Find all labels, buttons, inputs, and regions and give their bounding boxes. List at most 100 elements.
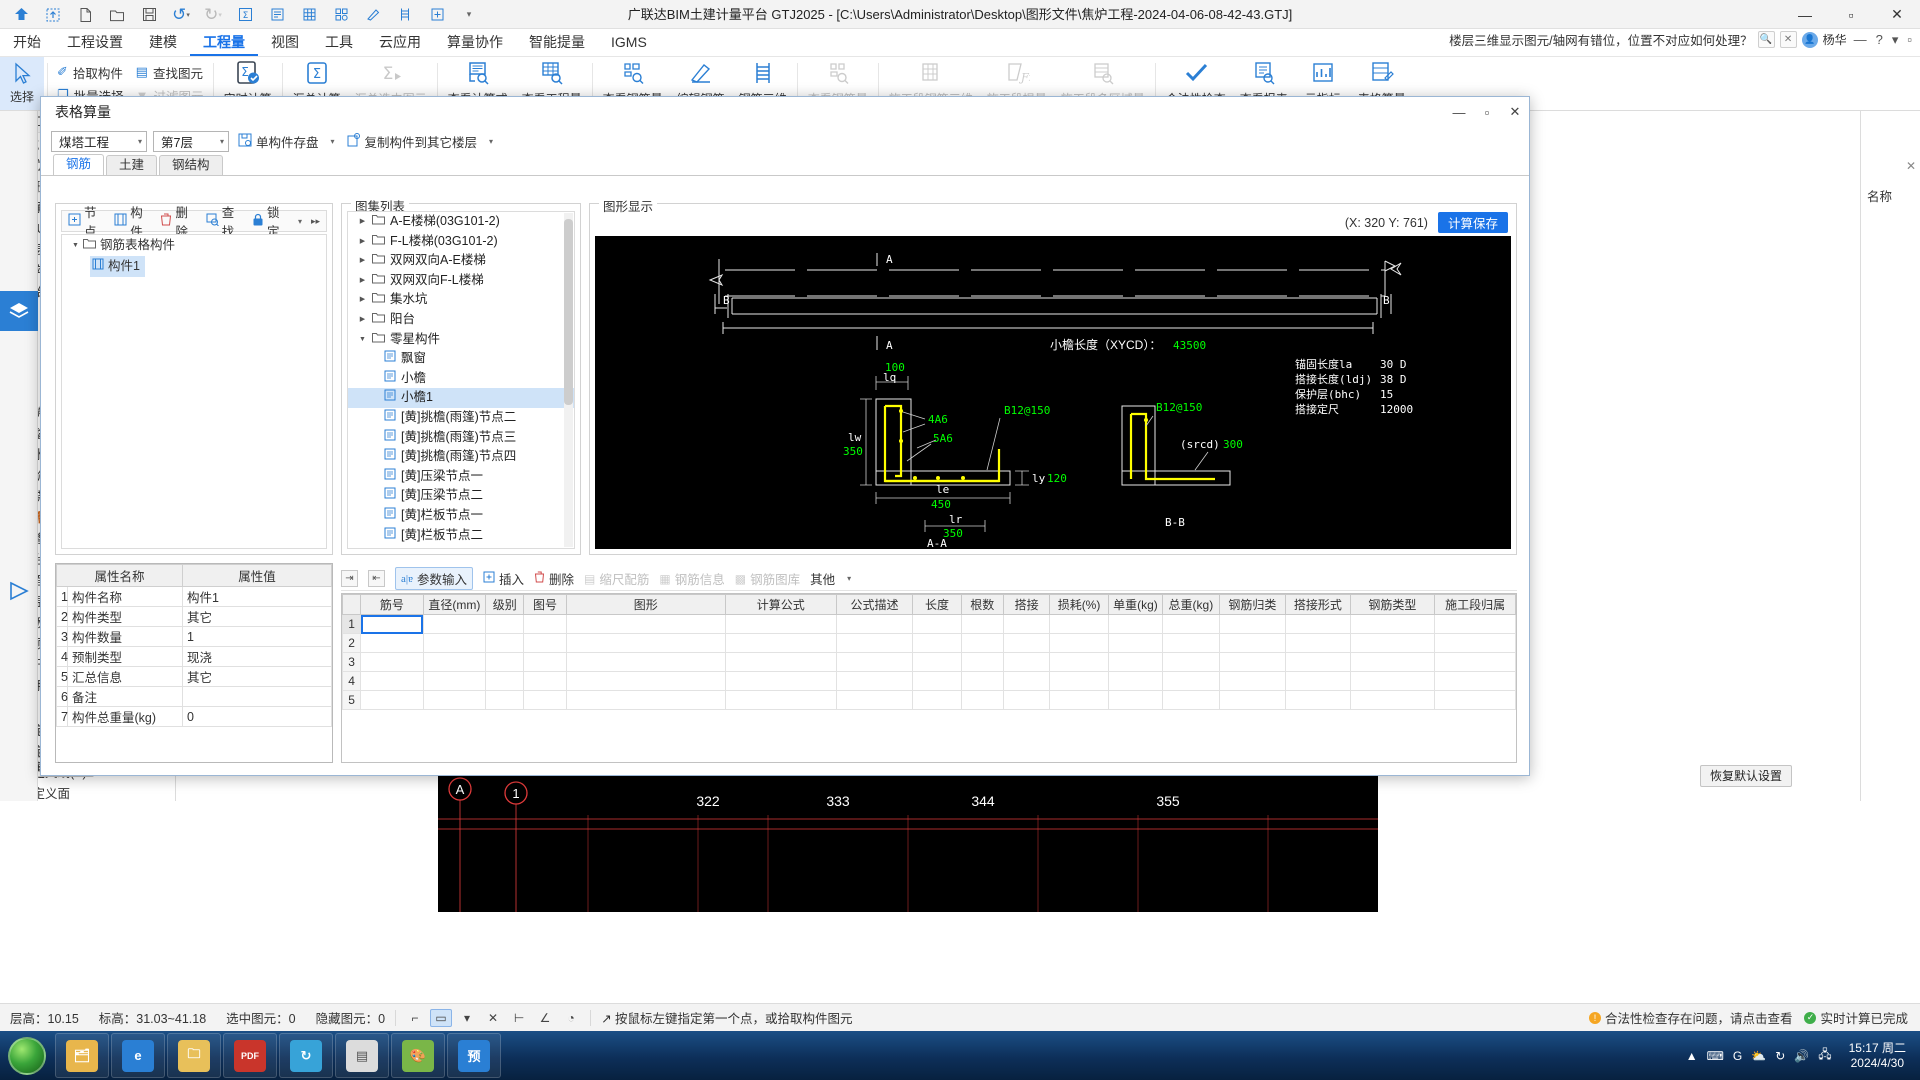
grid-cell[interactable]: [360, 633, 424, 653]
grid-cell[interactable]: [1434, 690, 1516, 710]
table-row[interactable]: 4: [342, 671, 1516, 691]
grid-cell[interactable]: [422, 614, 487, 634]
copy-component-button[interactable]: 复制构件到其它楼层 ▾: [344, 132, 497, 151]
gtj-tile[interactable]: 预: [447, 1033, 501, 1078]
tray-show-hidden-icon[interactable]: ▲: [1686, 1049, 1698, 1063]
grid-cell[interactable]: [360, 690, 424, 710]
floor-select[interactable]: 第7层 ▾: [153, 130, 229, 152]
grid-cell[interactable]: [1107, 671, 1164, 691]
chevron-down-icon[interactable]: ▾: [1890, 32, 1901, 48]
tray-g-icon[interactable]: G: [1733, 1049, 1742, 1063]
tab-rebar[interactable]: 钢筋: [53, 154, 105, 175]
doc-tile[interactable]: ▤: [335, 1033, 389, 1078]
table-row[interactable]: 2: [342, 633, 1516, 653]
atlas-item-eave-node-4[interactable]: [黄]挑檐(雨篷)节点四: [348, 447, 574, 467]
tab-civil[interactable]: 土建: [106, 155, 158, 175]
save-component-button[interactable]: 单构件存盘 ▾: [235, 132, 338, 151]
notice-text[interactable]: 楼层三维显示图元/轴网有错位，位置不对应如何处理？: [1449, 30, 1752, 49]
table-row[interactable]: 4 预制类型 现浇: [56, 646, 332, 667]
snap-icon[interactable]: ▭: [430, 1008, 453, 1027]
grid-cell[interactable]: [360, 614, 424, 634]
menu-item-start[interactable]: 开始: [0, 29, 54, 56]
ladder-icon[interactable]: [390, 2, 420, 27]
delete-row-button[interactable]: ⇤: [368, 570, 385, 587]
grid-cell[interactable]: [1285, 671, 1351, 691]
atlas-item-eave-node-2[interactable]: [黄]挑檐(雨篷)节点二: [348, 408, 574, 428]
table-row[interactable]: 3: [342, 652, 1516, 672]
atlas-item-balcony[interactable]: ▶ 阳台: [348, 310, 574, 330]
grid-cell[interactable]: [1162, 690, 1220, 710]
grid-cell[interactable]: [1285, 652, 1351, 672]
grid-cell[interactable]: [1002, 633, 1051, 653]
notice-close-icon[interactable]: ✕: [1779, 31, 1797, 48]
grid-cell[interactable]: [1002, 671, 1051, 691]
cad-drawing-area[interactable]: .wl{stroke:#e8e8e8;fill:none;stroke-widt…: [595, 236, 1511, 549]
atlas-item-sump[interactable]: ▶ 集水坑: [348, 290, 574, 310]
grid-cell[interactable]: [724, 652, 837, 672]
delete-rebar-button[interactable]: 删除: [534, 569, 574, 588]
project-select[interactable]: 煤塔工程 ▾: [51, 130, 147, 152]
clock[interactable]: 15:17 周二 2024/4/30: [1841, 1041, 1914, 1071]
grid-cell[interactable]: [485, 671, 525, 691]
grid-col-13[interactable]: 钢筋归类: [1218, 594, 1287, 615]
table-row[interactable]: 5 汇总信息 其它: [56, 666, 332, 687]
grid-cell[interactable]: [565, 652, 726, 672]
other-button[interactable]: 其他 ▾: [810, 569, 851, 588]
grid-col-12[interactable]: 总重(kg): [1162, 594, 1220, 615]
grid-col-5[interactable]: 计算公式: [724, 594, 837, 615]
prop-value[interactable]: 现浇: [182, 646, 332, 667]
grid-cell[interactable]: [1349, 652, 1436, 672]
grid-cell[interactable]: [1107, 614, 1164, 634]
atlas-item-ae-stair[interactable]: ▶ A-E楼梯(03G101-2): [348, 212, 574, 232]
dialog-minimize-button[interactable]: —: [1445, 97, 1473, 127]
grid-cell[interactable]: [724, 671, 837, 691]
ortho-icon[interactable]: ⌐: [404, 1009, 426, 1027]
grid-cell[interactable]: [523, 690, 567, 710]
grid-col-10[interactable]: 损耗(%): [1049, 594, 1109, 615]
properties-panel[interactable]: 属性名称 属性值 1 构件名称 构件1 2 构件类型 其它 3 构件数量 1 4 预制类型 现浇…: [55, 563, 333, 763]
grid-cell[interactable]: [523, 652, 567, 672]
atlas-scrollbar[interactable]: [564, 213, 573, 547]
component-tree[interactable]: ▼ 钢筋表格构件 构件1: [61, 234, 327, 549]
grid-cell[interactable]: [523, 614, 567, 634]
grid-cell[interactable]: [360, 671, 424, 691]
menu-item-view[interactable]: 视图: [258, 29, 312, 56]
grid-cell[interactable]: [1218, 652, 1287, 672]
grid-cell[interactable]: [422, 690, 487, 710]
grid-cell[interactable]: [1349, 633, 1436, 653]
find-element-button[interactable]: ▤ 查找图元: [136, 63, 204, 82]
atlas-item-small-eave[interactable]: 小檐: [348, 369, 574, 389]
grid-cell[interactable]: [835, 671, 914, 691]
row-header[interactable]: 5: [342, 690, 362, 710]
menu-item-smart-quantity[interactable]: 智能提量: [516, 29, 598, 56]
pick-component-button[interactable]: ✐ 拾取构件: [57, 63, 124, 82]
expand-toolbar-icon[interactable]: ▸▸: [311, 216, 320, 227]
row-header[interactable]: 1: [342, 614, 362, 634]
grid-cell[interactable]: [360, 652, 424, 672]
dim-icon[interactable]: ⊢: [508, 1009, 530, 1027]
grid-cell[interactable]: [960, 633, 1004, 653]
grid-cell[interactable]: [1434, 671, 1516, 691]
atlas-item-bay-window[interactable]: 飘窗: [348, 349, 574, 369]
grid-col-6[interactable]: 公式描述: [835, 594, 914, 615]
param-input-button[interactable]: a|ɐ 参数输入: [395, 567, 473, 590]
tray-network-icon[interactable]: 🖧: [1818, 1045, 1831, 1066]
start-button[interactable]: [0, 1031, 54, 1080]
grid-cell[interactable]: [1162, 652, 1220, 672]
grid-col-11[interactable]: 单重(kg): [1107, 594, 1164, 615]
tree-child-node[interactable]: 构件1: [62, 256, 326, 277]
tab-steel-structure[interactable]: 钢结构: [159, 155, 223, 175]
layers-icon[interactable]: [0, 291, 38, 331]
canvas-drawing-strip[interactable]: A 1 322 333 344 355: [438, 771, 1378, 912]
menu-item-tools[interactable]: 工具: [312, 29, 366, 56]
prop-value[interactable]: [182, 686, 332, 707]
row-header[interactable]: 4: [342, 671, 362, 691]
prop-value[interactable]: 其它: [182, 666, 332, 687]
grid-cell[interactable]: [835, 614, 914, 634]
grid-cell[interactable]: [724, 614, 837, 634]
grid-cell[interactable]: [1218, 633, 1287, 653]
atlas-item-press-beam-2[interactable]: [黄]压梁节点二: [348, 486, 574, 506]
grid-cell[interactable]: [1285, 690, 1351, 710]
select-tool-button[interactable]: 选择: [0, 57, 44, 110]
grid-col-15[interactable]: 钢筋类型: [1349, 594, 1436, 615]
